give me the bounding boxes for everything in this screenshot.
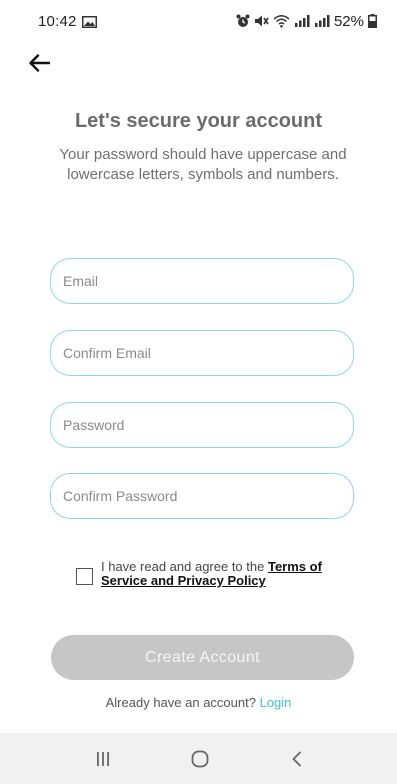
agreement-text: I have read and agree to the Terms of Se… bbox=[101, 560, 351, 588]
battery-icon bbox=[368, 14, 377, 28]
email-input[interactable] bbox=[51, 259, 353, 303]
page-subtitle: Your password should have uppercase and … bbox=[59, 146, 347, 183]
back-icon bbox=[292, 751, 301, 766]
login-prompt-text: Already have an account? bbox=[105, 695, 260, 710]
confirm-email-input[interactable] bbox=[51, 331, 353, 375]
confirm-password-input[interactable] bbox=[51, 474, 353, 518]
status-time: 10:42 bbox=[38, 13, 77, 30]
recents-button[interactable] bbox=[73, 733, 133, 784]
arrow-left-icon bbox=[29, 54, 50, 72]
gallery-icon bbox=[82, 16, 97, 28]
signal-icon bbox=[314, 15, 330, 27]
home-button[interactable] bbox=[170, 733, 230, 784]
nav-back-button[interactable] bbox=[267, 733, 327, 784]
create-account-button[interactable]: Create Account bbox=[51, 635, 354, 680]
page-title: Let's secure your account bbox=[74, 110, 323, 132]
battery-percent: 52% bbox=[333, 12, 364, 30]
status-bar: 10:42 52% bbox=[0, 0, 397, 44]
password-field[interactable] bbox=[50, 402, 354, 448]
system-nav-bar bbox=[0, 733, 397, 784]
home-icon bbox=[191, 750, 209, 767]
agreement-label: I have read and agree to the bbox=[101, 559, 268, 574]
alarm-icon bbox=[236, 14, 250, 27]
mute-icon bbox=[254, 15, 269, 27]
confirm-email-field[interactable] bbox=[50, 330, 354, 376]
back-button[interactable] bbox=[28, 48, 62, 78]
signal-icon bbox=[294, 15, 310, 27]
login-link[interactable]: Login bbox=[260, 695, 292, 710]
confirm-password-field[interactable] bbox=[50, 473, 354, 519]
wifi-icon bbox=[273, 15, 290, 28]
recents-icon bbox=[97, 751, 109, 766]
status-icons: 52% bbox=[236, 12, 377, 30]
login-prompt: Already have an account? Login bbox=[0, 695, 397, 710]
password-input[interactable] bbox=[51, 403, 353, 447]
agreement-checkbox[interactable] bbox=[76, 568, 93, 585]
email-field[interactable] bbox=[50, 258, 354, 304]
